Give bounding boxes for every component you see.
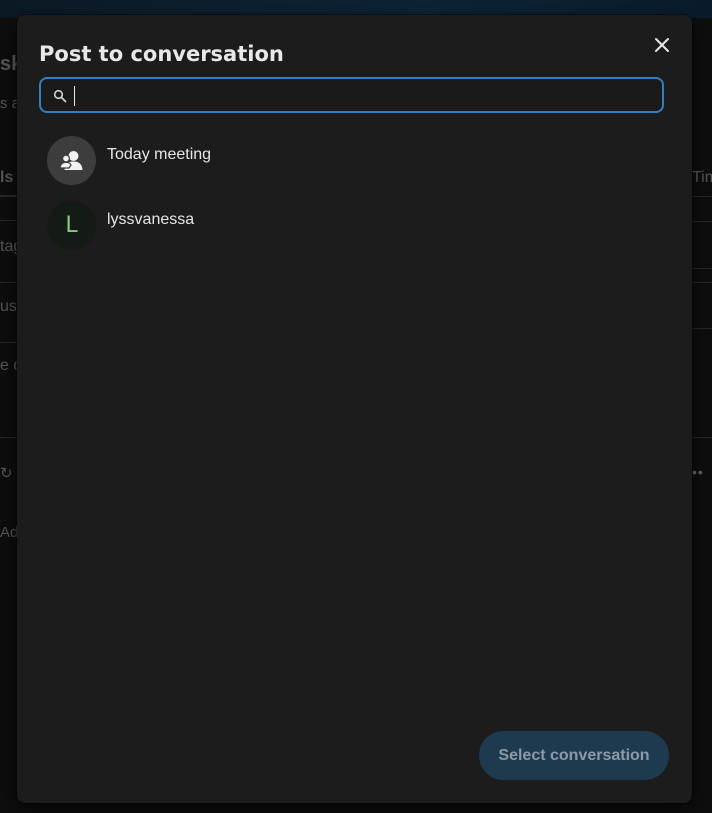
background-text-fragment: Tim [692, 169, 712, 186]
background-divider [0, 282, 17, 283]
background-divider [692, 282, 712, 283]
background-refresh-icon: ↻ [0, 465, 13, 482]
dialog-title: Post to conversation [39, 42, 284, 66]
group-icon [59, 151, 83, 170]
background-text-fragment: ls [0, 169, 14, 186]
conversation-name: Today meeting [107, 146, 212, 163]
background-divider [0, 195, 17, 197]
search-input[interactable] [73, 83, 657, 109]
background-divider [692, 221, 712, 222]
background-divider [0, 342, 17, 343]
conversation-item-today-meeting[interactable]: Today meeting [47, 136, 647, 186]
conversation-item-lyssvanessa[interactable]: L lyssvanessa [47, 201, 647, 251]
background-divider [692, 328, 712, 329]
background-divider [0, 220, 17, 221]
background-more-icon: •• [692, 464, 704, 480]
letter-avatar: L [47, 201, 96, 250]
close-button[interactable] [651, 34, 673, 56]
background-divider [0, 437, 17, 438]
select-conversation-button[interactable]: Select conversation [479, 731, 669, 780]
search-icon [53, 89, 67, 103]
group-avatar [47, 136, 96, 185]
background-divider [692, 196, 712, 197]
post-to-conversation-dialog: Post to conversation Today meeting L lys… [17, 15, 692, 803]
background-divider [692, 437, 712, 438]
text-caret [74, 86, 75, 106]
conversation-name: lyssvanessa [107, 211, 195, 228]
close-icon [655, 38, 669, 52]
background-divider [692, 268, 712, 269]
search-field[interactable] [39, 77, 664, 113]
